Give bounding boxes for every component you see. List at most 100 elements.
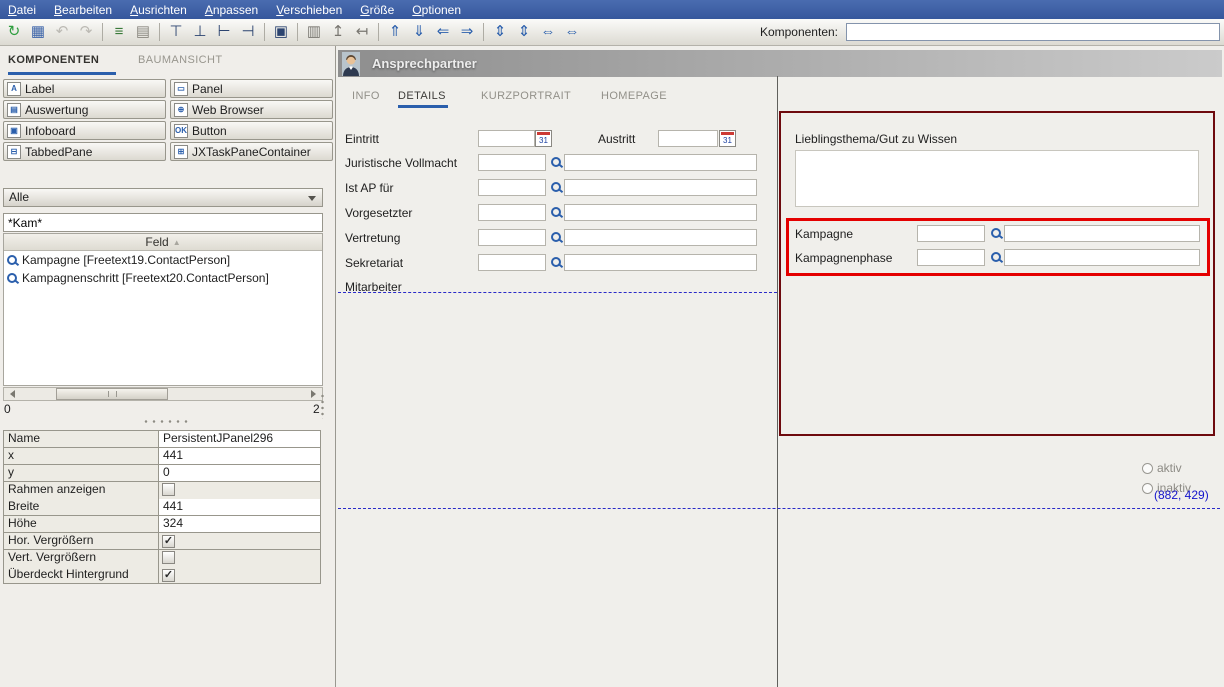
palette-webbrowser-button[interactable]: ⊕ Web Browser: [170, 100, 333, 119]
form-designer-canvas[interactable]: Ansprechpartner INFO DETAILS KURZPORTRAI…: [336, 46, 1224, 687]
tab-komponenten[interactable]: KOMPONENTEN: [8, 54, 99, 66]
table-row: y 0: [4, 465, 321, 482]
menu-groesse[interactable]: Größe: [360, 3, 394, 17]
austritt-calendar-icon[interactable]: 31: [719, 130, 736, 147]
juristische-vollmacht-label: Juristische Vollmacht: [345, 156, 457, 170]
lookup-magnifier-icon[interactable]: [550, 231, 563, 244]
scroll-left-arrow[interactable]: [4, 389, 17, 399]
kampagne-input[interactable]: [917, 225, 985, 242]
field-filter-dropdown[interactable]: Alle: [3, 188, 323, 207]
lookup-magnifier-icon[interactable]: [550, 206, 563, 219]
menu-bearbeiten[interactable]: Bearbeiten: [54, 3, 112, 17]
group-components-icon[interactable]: ▥: [303, 22, 325, 42]
tab-info[interactable]: INFO: [352, 90, 380, 102]
ueberdeckt-hintergrund-checkbox[interactable]: ✓: [162, 569, 175, 582]
kampagnenphase-text[interactable]: [1004, 249, 1200, 266]
same-height-icon[interactable]: ⇕: [489, 22, 511, 42]
send-to-back-icon[interactable]: ▣: [270, 22, 292, 42]
move-left-icon[interactable]: ⇐: [432, 22, 454, 42]
juristische-vollmacht-input[interactable]: [478, 154, 546, 171]
eintritt-calendar-icon[interactable]: 31: [535, 130, 552, 147]
vert-vergroessern-checkbox[interactable]: [162, 551, 175, 564]
vorgesetzter-text[interactable]: [564, 204, 757, 221]
horizontal-scrollbar[interactable]: [3, 387, 323, 401]
kampagne-label: Kampagne: [795, 227, 853, 241]
resize-handle[interactable]: [320, 393, 325, 419]
sekretariat-text[interactable]: [564, 254, 757, 271]
tab-homepage[interactable]: HOMEPAGE: [601, 90, 667, 102]
eintritt-input[interactable]: [478, 130, 535, 147]
aktiv-radio[interactable]: [1142, 463, 1153, 474]
lookup-magnifier-icon[interactable]: [550, 181, 563, 194]
move-right-icon[interactable]: ⇒: [456, 22, 478, 42]
field-list-icon[interactable]: ≡: [108, 22, 130, 42]
hor-vergroessern-checkbox[interactable]: ✓: [162, 535, 175, 548]
komponenten-input[interactable]: [846, 23, 1220, 41]
align-bottom-icon[interactable]: ⊥: [189, 22, 211, 42]
menu-ausrichten[interactable]: Ausrichten: [130, 3, 187, 17]
ist-ap-fuer-text[interactable]: [564, 179, 757, 196]
lookup-magnifier-icon[interactable]: [550, 256, 563, 269]
lookup-magnifier-icon[interactable]: [550, 156, 563, 169]
move-down-icon[interactable]: ⇓: [408, 22, 430, 42]
list-item-kampagnenschritt[interactable]: Kampagnenschritt [Freetext20.ContactPers…: [4, 269, 322, 287]
property-value[interactable]: PersistentJPanel296: [159, 431, 321, 448]
lieblingsthema-label: Lieblingsthema/Gut zu Wissen: [795, 132, 957, 146]
palette-infoboard-button[interactable]: ▣ Infoboard: [3, 121, 166, 140]
field-list: Feld ▲ Kampagne [Freetext19.ContactPerso…: [3, 233, 323, 386]
toolbar-separator: [264, 23, 265, 41]
tab-kurzportrait[interactable]: KURZPORTRAIT: [481, 90, 571, 102]
lookup-magnifier-icon[interactable]: [990, 227, 1003, 240]
palette-label-button[interactable]: A Label: [3, 79, 166, 98]
lookup-magnifier-icon[interactable]: [990, 251, 1003, 264]
splitter-handle[interactable]: [142, 419, 190, 424]
align-top-icon[interactable]: ⊤: [165, 22, 187, 42]
kampagne-text[interactable]: [1004, 225, 1200, 242]
field-list-header[interactable]: Feld ▲: [4, 234, 322, 251]
vertretung-input[interactable]: [478, 229, 546, 246]
remove-field-icon[interactable]: ▤: [132, 22, 154, 42]
tab-baumansicht[interactable]: BAUMANSICHT: [138, 54, 222, 66]
redo-icon[interactable]: ↷: [75, 22, 97, 42]
scrollbar-thumb[interactable]: [56, 388, 168, 400]
property-value[interactable]: 0: [159, 465, 321, 482]
property-value[interactable]: 441: [159, 499, 321, 516]
undo-icon[interactable]: ↶: [51, 22, 73, 42]
tab-details[interactable]: DETAILS: [398, 90, 446, 102]
save-icon[interactable]: ▦: [27, 22, 49, 42]
menu-anpassen[interactable]: Anpassen: [205, 3, 258, 17]
palette-panel-button[interactable]: ▭ Panel: [170, 79, 333, 98]
property-value[interactable]: 324: [159, 516, 321, 533]
austritt-input[interactable]: [658, 130, 718, 147]
inaktiv-radio[interactable]: [1142, 483, 1153, 494]
ist-ap-fuer-input[interactable]: [478, 179, 546, 196]
vorgesetzter-input[interactable]: [478, 204, 546, 221]
field-search-input[interactable]: [3, 213, 323, 232]
menu-optionen[interactable]: Optionen: [412, 3, 461, 17]
fit-height-icon[interactable]: ⇕: [513, 22, 535, 42]
palette-taskpane-button[interactable]: ⊞ JXTaskPaneContainer: [170, 142, 333, 161]
field-filter-value: Alle: [9, 190, 29, 204]
align-right-icon[interactable]: ⊣: [237, 22, 259, 42]
fit-width-icon[interactable]: ⇔: [561, 22, 583, 42]
kampagnenphase-input[interactable]: [917, 249, 985, 266]
menu-verschieben[interactable]: Verschieben: [276, 3, 342, 17]
same-width-icon[interactable]: ⇔: [537, 22, 559, 42]
rahmen-anzeigen-checkbox[interactable]: [162, 483, 175, 496]
refresh-icon[interactable]: ↻: [3, 22, 25, 42]
left-panel: KOMPONENTEN BAUMANSICHT A Label ▭ Panel …: [0, 46, 336, 687]
dock-left-icon[interactable]: ↤: [351, 22, 373, 42]
palette-button-button[interactable]: OK Button: [170, 121, 333, 140]
juristische-vollmacht-text[interactable]: [564, 154, 757, 171]
property-value[interactable]: 441: [159, 448, 321, 465]
align-left-icon[interactable]: ⊢: [213, 22, 235, 42]
dock-top-icon[interactable]: ↥: [327, 22, 349, 42]
lieblingsthema-textarea[interactable]: [795, 150, 1199, 207]
sekretariat-input[interactable]: [478, 254, 546, 271]
palette-tabbedpane-button[interactable]: ⊟ TabbedPane: [3, 142, 166, 161]
move-up-icon[interactable]: ⇑: [384, 22, 406, 42]
palette-auswertung-button[interactable]: ▤ Auswertung: [3, 100, 166, 119]
vertretung-text[interactable]: [564, 229, 757, 246]
menu-datei[interactable]: Datei: [8, 3, 36, 17]
list-item-kampagne[interactable]: Kampagne [Freetext19.ContactPerson]: [4, 251, 322, 269]
